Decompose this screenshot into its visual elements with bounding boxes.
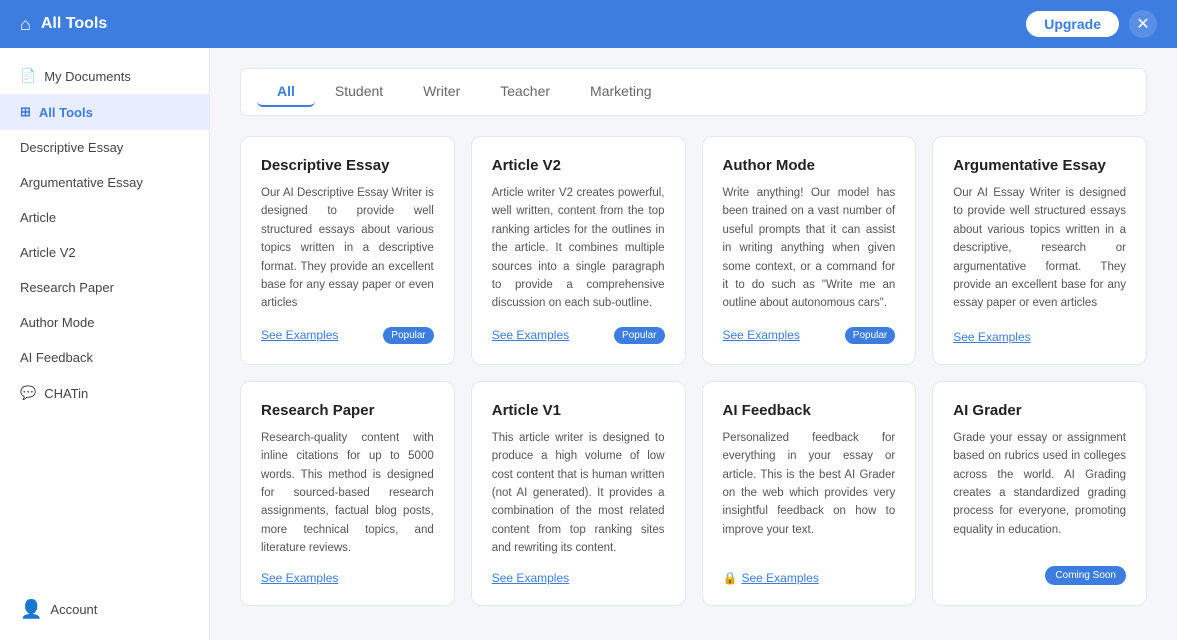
tab-writer[interactable]: Writer: [403, 77, 480, 107]
card-desc-author-mode: Write anything! Our model has been train…: [723, 184, 896, 313]
cards-row-1: Descriptive Essay Our AI Descriptive Ess…: [240, 136, 1147, 365]
see-examples-ai-feedback[interactable]: See Examples: [741, 571, 818, 585]
sidebar-label-research-paper: Research Paper: [20, 280, 114, 295]
main-layout: 📄 My Documents ⊞ All Tools Descriptive E…: [0, 48, 1177, 640]
sidebar-label-ai-feedback: AI Feedback: [20, 350, 93, 365]
card-title-descriptive-essay: Descriptive Essay: [261, 157, 434, 174]
card-desc-research-paper: Research-quality content with inline cit…: [261, 429, 434, 558]
sidebar-label-chatin: CHATin: [44, 386, 88, 401]
badge-popular-author-mode: Popular: [845, 327, 895, 344]
sidebar-item-ai-feedback[interactable]: AI Feedback: [0, 340, 209, 375]
card-desc-ai-feedback: Personalized feedback for everything in …: [723, 429, 896, 558]
card-article-v1: Article V1 This article writer is design…: [471, 381, 686, 607]
sidebar-item-article[interactable]: Article: [0, 200, 209, 235]
sidebar-label-article-v2: Article V2: [20, 245, 76, 260]
badge-coming-soon-ai-grader: Coming Soon: [1045, 566, 1126, 585]
see-examples-research-paper[interactable]: See Examples: [261, 571, 338, 585]
card-argumentative-essay: Argumentative Essay Our AI Essay Writer …: [932, 136, 1147, 365]
grid-icon: ⊞: [20, 104, 31, 120]
sidebar-item-all-tools[interactable]: ⊞ All Tools: [0, 94, 209, 130]
chat-icon: 💬: [20, 385, 36, 401]
home-icon: ⌂: [20, 14, 31, 35]
card-desc-argumentative-essay: Our AI Essay Writer is designed to provi…: [953, 184, 1126, 316]
upgrade-button[interactable]: Upgrade: [1026, 11, 1119, 37]
sidebar-item-research-paper[interactable]: Research Paper: [0, 270, 209, 305]
card-descriptive-essay: Descriptive Essay Our AI Descriptive Ess…: [240, 136, 455, 365]
card-footer-research-paper: See Examples: [261, 571, 434, 585]
badge-popular-descriptive-essay: Popular: [383, 327, 433, 344]
account-item[interactable]: 👤 Account: [20, 599, 189, 620]
card-footer-ai-grader: Coming Soon: [953, 566, 1126, 585]
card-ai-grader: AI Grader Grade your essay or assignment…: [932, 381, 1147, 607]
sidebar-label-article: Article: [20, 210, 56, 225]
sidebar-item-article-v2[interactable]: Article V2: [0, 235, 209, 270]
badge-popular-article-v2: Popular: [614, 327, 664, 344]
card-footer-article-v1: See Examples: [492, 571, 665, 585]
sidebar-top: 📄 My Documents ⊞ All Tools Descriptive E…: [0, 58, 209, 411]
header: ⌂ All Tools Upgrade ✕: [0, 0, 1177, 48]
card-footer-argumentative-essay: See Examples: [953, 330, 1126, 344]
card-footer-descriptive-essay: See Examples Popular: [261, 327, 434, 344]
card-desc-article-v2: Article writer V2 creates powerful, well…: [492, 184, 665, 313]
card-desc-descriptive-essay: Our AI Descriptive Essay Writer is desig…: [261, 184, 434, 313]
sidebar-label-my-documents: My Documents: [44, 69, 131, 84]
sidebar-item-chatin[interactable]: 💬 CHATin: [0, 375, 209, 411]
sidebar-item-descriptive-essay[interactable]: Descriptive Essay: [0, 130, 209, 165]
header-left: ⌂ All Tools: [20, 14, 107, 35]
card-title-research-paper: Research Paper: [261, 402, 434, 419]
card-footer-author-mode: See Examples Popular: [723, 327, 896, 344]
sidebar-item-author-mode[interactable]: Author Mode: [0, 305, 209, 340]
sidebar-bottom: 👤 Account: [0, 589, 209, 630]
see-examples-author-mode[interactable]: See Examples: [723, 328, 800, 342]
header-right: Upgrade ✕: [1026, 10, 1157, 38]
lock-icon: 🔒: [723, 571, 738, 585]
card-article-v2: Article V2 Article writer V2 creates pow…: [471, 136, 686, 365]
sidebar-label-author-mode: Author Mode: [20, 315, 94, 330]
card-title-article-v2: Article V2: [492, 157, 665, 174]
card-title-article-v1: Article V1: [492, 402, 665, 419]
header-title: All Tools: [41, 15, 107, 33]
tab-marketing[interactable]: Marketing: [570, 77, 671, 107]
sidebar-label-argumentative-essay: Argumentative Essay: [20, 175, 143, 190]
sidebar-item-argumentative-essay[interactable]: Argumentative Essay: [0, 165, 209, 200]
card-research-paper: Research Paper Research-quality content …: [240, 381, 455, 607]
see-examples-article-v2[interactable]: See Examples: [492, 328, 569, 342]
see-examples-article-v1[interactable]: See Examples: [492, 571, 569, 585]
card-footer-article-v2: See Examples Popular: [492, 327, 665, 344]
card-ai-feedback: AI Feedback Personalized feedback for ev…: [702, 381, 917, 607]
sidebar-item-my-documents[interactable]: 📄 My Documents: [0, 58, 209, 94]
card-author-mode: Author Mode Write anything! Our model ha…: [702, 136, 917, 365]
card-title-author-mode: Author Mode: [723, 157, 896, 174]
tab-teacher[interactable]: Teacher: [480, 77, 570, 107]
card-title-argumentative-essay: Argumentative Essay: [953, 157, 1126, 174]
account-label: Account: [50, 602, 97, 617]
see-examples-descriptive-essay[interactable]: See Examples: [261, 328, 338, 342]
cards-row-2: Research Paper Research-quality content …: [240, 381, 1147, 607]
card-title-ai-feedback: AI Feedback: [723, 402, 896, 419]
close-button[interactable]: ✕: [1129, 10, 1157, 38]
see-examples-argumentative-essay[interactable]: See Examples: [953, 330, 1030, 344]
content-area: All Student Writer Teacher Marketing Des…: [210, 48, 1177, 640]
tabs-bar: All Student Writer Teacher Marketing: [240, 68, 1147, 116]
tab-student[interactable]: Student: [315, 77, 403, 107]
account-icon: 👤: [20, 599, 42, 620]
sidebar-label-all-tools: All Tools: [39, 105, 93, 120]
sidebar-label-descriptive-essay: Descriptive Essay: [20, 140, 123, 155]
tab-all[interactable]: All: [257, 77, 315, 107]
card-title-ai-grader: AI Grader: [953, 402, 1126, 419]
document-icon: 📄: [20, 68, 36, 84]
card-desc-article-v1: This article writer is designed to produ…: [492, 429, 665, 558]
card-desc-ai-grader: Grade your essay or assignment based on …: [953, 429, 1126, 553]
card-footer-ai-feedback: 🔒 See Examples: [723, 571, 896, 585]
sidebar: 📄 My Documents ⊞ All Tools Descriptive E…: [0, 48, 210, 640]
